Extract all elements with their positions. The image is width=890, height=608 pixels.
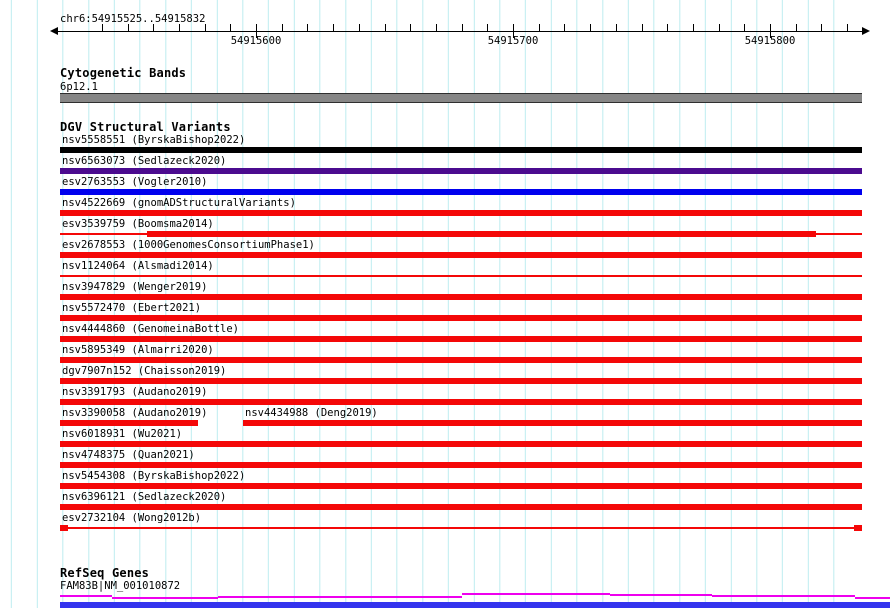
ruler-tick	[436, 24, 437, 31]
ruler-tick	[462, 24, 463, 31]
ruler-tick	[179, 24, 180, 31]
ruler-tick	[642, 24, 643, 31]
variant-bar[interactable]	[60, 420, 198, 426]
gene-line-segment[interactable]	[712, 595, 855, 597]
ruler-left-arrow-icon	[50, 27, 58, 35]
gene-line-segment[interactable]	[60, 595, 112, 597]
variant-label[interactable]: nsv3390058 (Audano2019)	[62, 407, 207, 419]
variant-bar[interactable]	[147, 231, 816, 237]
variant-bar[interactable]	[60, 210, 862, 216]
variant-label[interactable]: nsv5572470 (Ebert2021)	[62, 302, 201, 314]
ruler-tick	[487, 24, 488, 31]
variant-label[interactable]: nsv3947829 (Wenger2019)	[62, 281, 207, 293]
gene-line-segment[interactable]	[855, 597, 890, 599]
variant-bar[interactable]	[60, 483, 862, 489]
gene-line-segment[interactable]	[218, 596, 462, 598]
variant-label[interactable]: nsv4748375 (Quan2021)	[62, 449, 195, 461]
variant-bar[interactable]	[60, 525, 68, 531]
ruler-tick	[153, 24, 154, 31]
variant-label[interactable]: esv2763553 (Vogler2010)	[62, 176, 207, 188]
region-label: chr6:54915525..54915832	[60, 13, 205, 25]
ruler-tick	[282, 24, 283, 31]
variant-label[interactable]: nsv6563073 (Sedlazeck2020)	[62, 155, 226, 167]
variant-bar[interactable]	[60, 147, 862, 153]
variant-label[interactable]: nsv6396121 (Sedlazeck2020)	[62, 491, 226, 503]
variant-label[interactable]: nsv1124064 (Alsmadi2014)	[62, 260, 214, 272]
ruler-tick	[230, 24, 231, 31]
variant-label[interactable]: nsv4522669 (gnomADStructuralVariants)	[62, 197, 296, 209]
ruler-tick	[667, 24, 668, 31]
gene-box[interactable]	[60, 602, 890, 608]
ruler-tick-label: 54915800	[735, 35, 805, 47]
ruler-tick	[693, 24, 694, 31]
variant-bar[interactable]	[60, 336, 862, 342]
ruler-tick	[102, 24, 103, 31]
ruler-tick	[564, 24, 565, 31]
ruler-axis	[58, 31, 862, 32]
variant-label[interactable]: nsv5895349 (Almarri2020)	[62, 344, 214, 356]
ruler-tick	[616, 24, 617, 31]
variant-thin-line[interactable]	[60, 527, 862, 529]
gene-line-segment[interactable]	[462, 593, 610, 595]
variant-bar[interactable]	[60, 462, 862, 468]
variant-label[interactable]: esv3539759 (Boomsma2014)	[62, 218, 214, 230]
variant-bar[interactable]	[60, 189, 862, 195]
ruler-tick	[307, 24, 308, 31]
ruler-tick	[333, 24, 334, 31]
variant-label[interactable]: dgv7907n152 (Chaisson2019)	[62, 365, 226, 377]
variant-label[interactable]: esv2678553 (1000GenomesConsortiumPhase1)	[62, 239, 315, 251]
gene-line-segment[interactable]	[610, 594, 712, 596]
variant-label[interactable]: nsv3391793 (Audano2019)	[62, 386, 207, 398]
variant-bar[interactable]	[60, 441, 862, 447]
variant-bar[interactable]	[60, 504, 862, 510]
gene-line-segment[interactable]	[112, 597, 218, 599]
variant-label[interactable]: nsv4444860 (GenomeinaBottle)	[62, 323, 239, 335]
variant-label[interactable]: nsv4434988 (Deng2019)	[245, 407, 378, 419]
gene-name: FAM83B|NM_001010872	[60, 580, 180, 592]
ruler-tick	[744, 24, 745, 31]
variant-label[interactable]: nsv5558551 (ByrskaBishop2022)	[62, 134, 245, 146]
variant-bar[interactable]	[243, 420, 862, 426]
ruler-tick	[385, 24, 386, 31]
variant-bar[interactable]	[60, 252, 862, 258]
variant-thin-line[interactable]	[60, 275, 862, 277]
variant-bar[interactable]	[60, 294, 862, 300]
ruler-tick-label: 54915700	[478, 35, 548, 47]
variant-bar[interactable]	[60, 357, 862, 363]
ruler-tick	[410, 24, 411, 31]
refseq-header: RefSeq Genes	[60, 567, 149, 580]
variant-label[interactable]: nsv6018931 (Wu2021)	[62, 428, 182, 440]
variant-label[interactable]: nsv5454308 (ByrskaBishop2022)	[62, 470, 245, 482]
ruler-tick	[719, 24, 720, 31]
variant-bar[interactable]	[60, 315, 862, 321]
variant-label[interactable]: esv2732104 (Wong2012b)	[62, 512, 201, 524]
dgv-header: DGV Structural Variants	[60, 121, 231, 134]
ruler-tick	[821, 24, 822, 31]
variant-bar[interactable]	[854, 525, 862, 531]
ruler-tick	[128, 24, 129, 31]
ruler-tick	[796, 24, 797, 31]
variant-bar[interactable]	[60, 168, 862, 174]
variant-bar[interactable]	[60, 399, 862, 405]
cytoband-bar[interactable]	[60, 93, 862, 103]
variant-bar[interactable]	[60, 378, 862, 384]
ruler-tick	[847, 24, 848, 31]
ruler-tick	[590, 24, 591, 31]
ruler-right-arrow-icon	[862, 27, 870, 35]
ruler-tick	[205, 24, 206, 31]
cytobands-header: Cytogenetic Bands	[60, 67, 186, 80]
genome-browser-panel: chr6:54915525..54915832 54915600 54915700…	[0, 0, 890, 608]
ruler-tick-label: 54915600	[221, 35, 291, 47]
ruler-tick	[539, 24, 540, 31]
cytoband-name: 6p12.1	[60, 81, 98, 93]
ruler-tick	[359, 24, 360, 31]
